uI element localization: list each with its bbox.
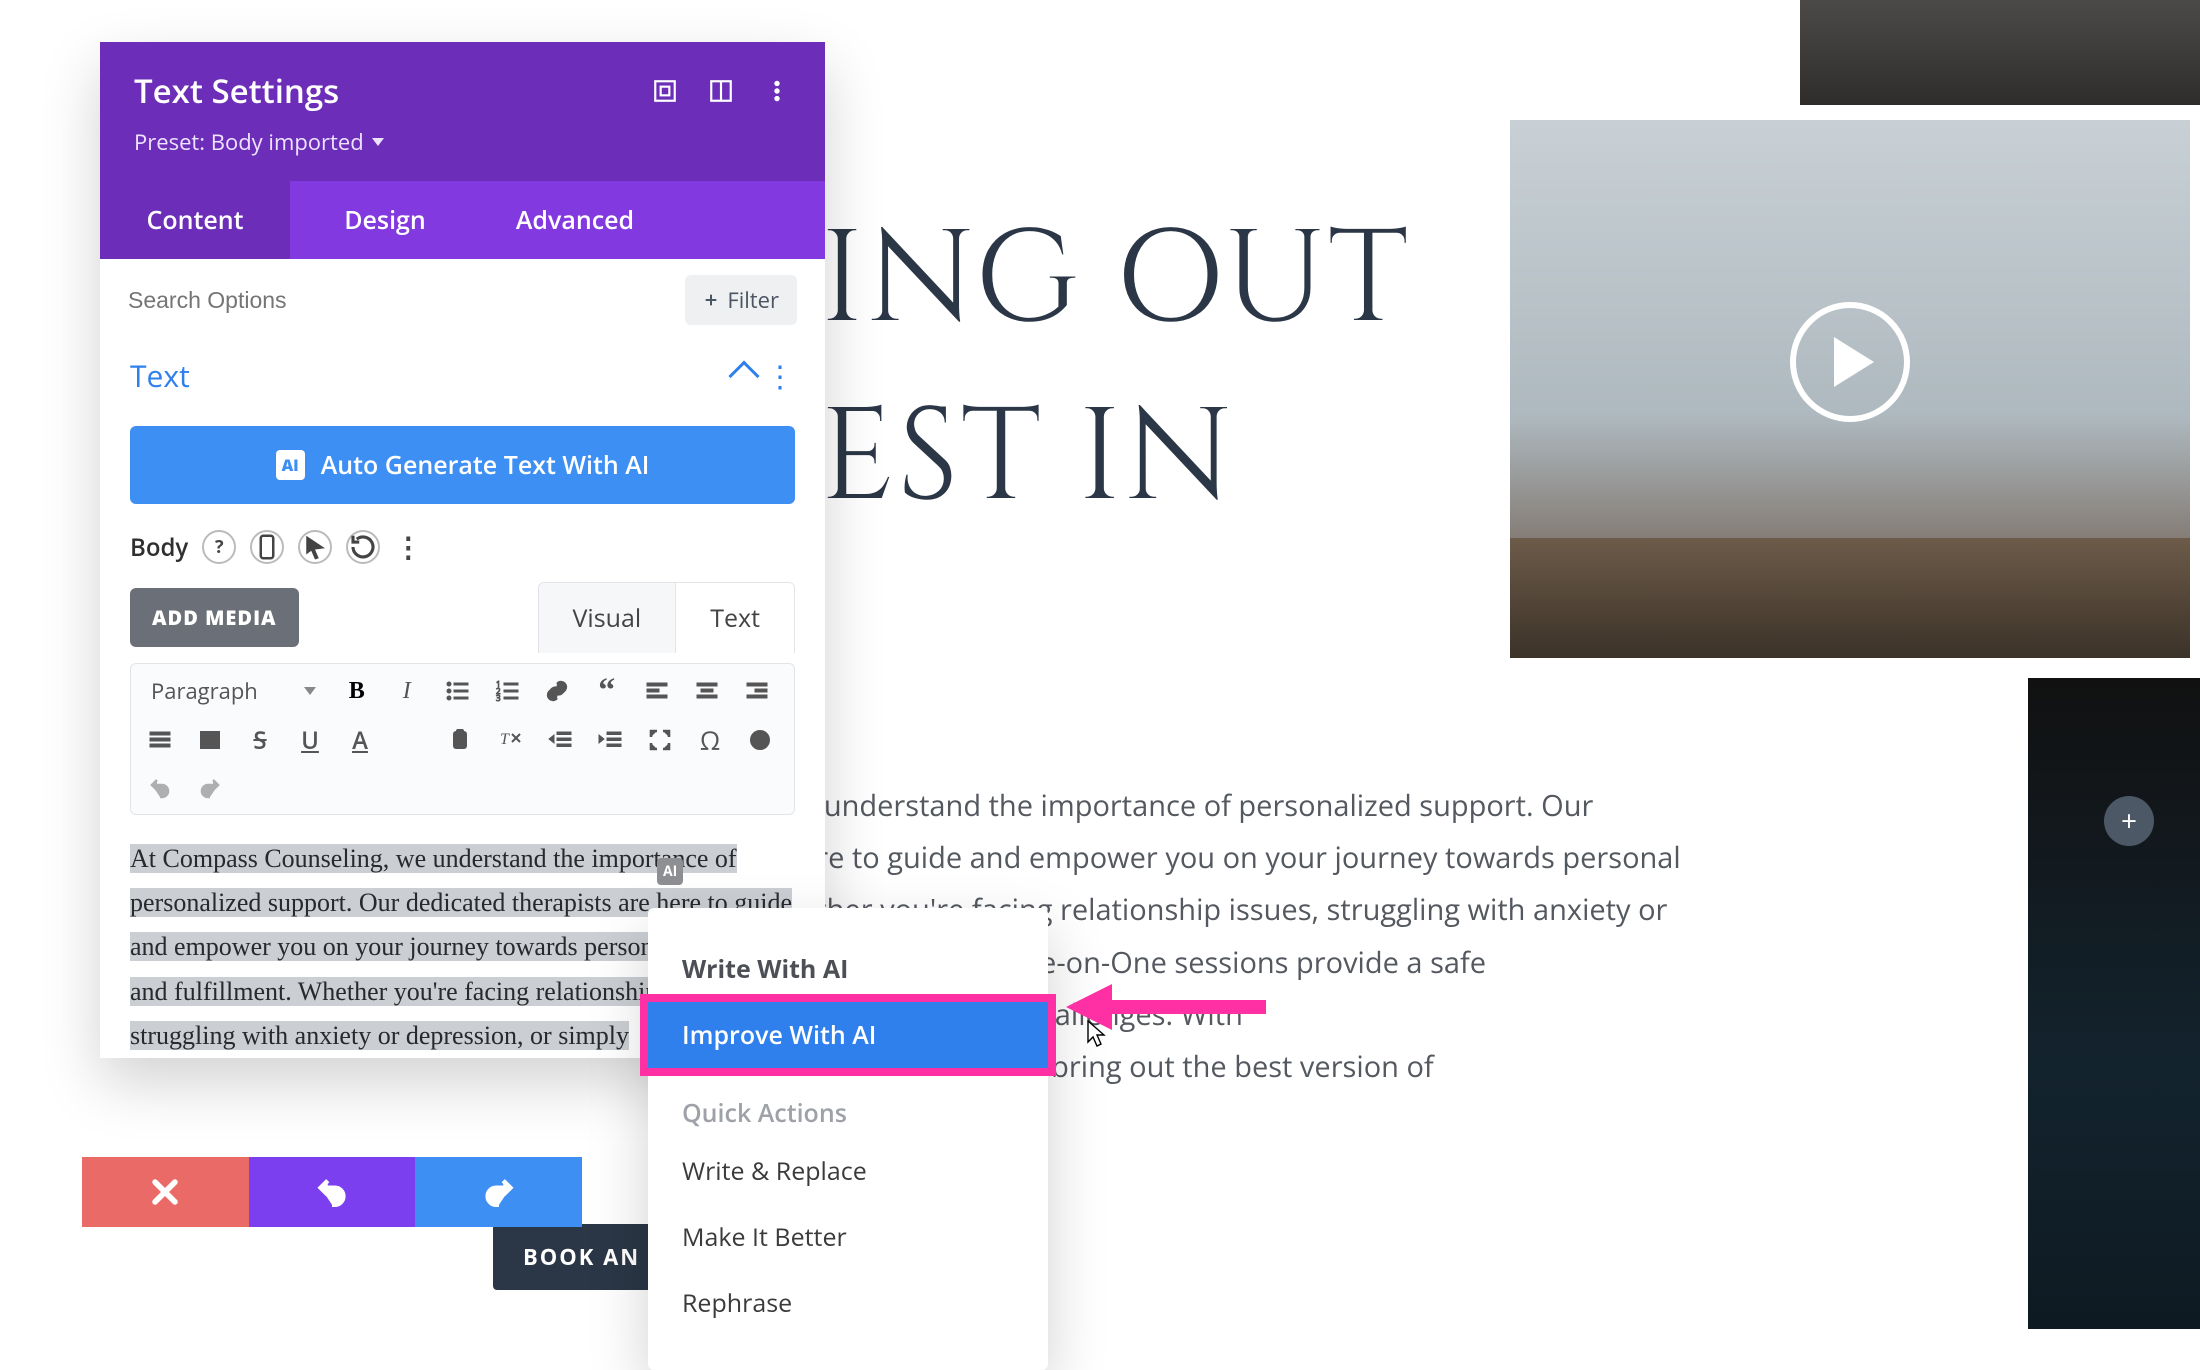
- number-list-icon[interactable]: 123: [492, 677, 522, 705]
- collapse-icon[interactable]: [728, 360, 759, 391]
- align-justify-icon[interactable]: [145, 726, 175, 754]
- format-select-value: Paragraph: [151, 676, 258, 706]
- ctx-rephrase[interactable]: Rephrase: [648, 1270, 1048, 1336]
- bold-icon[interactable]: B: [342, 677, 372, 705]
- preset-label: Preset: Body imported: [134, 127, 364, 157]
- dock-icon[interactable]: [707, 77, 735, 105]
- redo-icon[interactable]: [195, 774, 225, 802]
- decorative-image-bottom: [2028, 678, 2200, 1329]
- undo-icon[interactable]: [145, 774, 175, 802]
- filter-button[interactable]: Filter: [685, 275, 797, 325]
- tab-content[interactable]: Content: [100, 181, 290, 259]
- fullscreen-icon[interactable]: [645, 726, 675, 754]
- hover-icon[interactable]: [298, 530, 332, 564]
- editor-tab-text[interactable]: Text: [675, 583, 794, 653]
- panel-header: Text Settings Preset: Body imported: [100, 42, 825, 181]
- page-heading-line2: EST IN: [820, 372, 1235, 547]
- caret-down-icon: [372, 138, 384, 146]
- ai-chip-icon[interactable]: AI: [657, 858, 683, 885]
- add-section-button[interactable]: +: [2104, 796, 2154, 846]
- clear-format-icon[interactable]: T: [495, 726, 525, 754]
- svg-text:3: 3: [496, 693, 501, 703]
- ai-badge-icon: AI: [276, 450, 305, 480]
- paste-icon[interactable]: [445, 726, 475, 754]
- table-icon[interactable]: [195, 726, 225, 754]
- ctx-make-it-better[interactable]: Make It Better: [648, 1204, 1048, 1270]
- ctx-improve-label: Improve With AI: [682, 1018, 876, 1052]
- ctx-write-replace[interactable]: Write & Replace: [648, 1138, 1048, 1204]
- reset-icon[interactable]: [346, 530, 380, 564]
- underline-icon[interactable]: U: [295, 726, 325, 754]
- close-button[interactable]: [82, 1157, 249, 1227]
- text-settings-panel: Text Settings Preset: Body imported Cont…: [100, 42, 825, 1058]
- panel-action-bar: [82, 1157, 582, 1227]
- tab-advanced[interactable]: Advanced: [480, 181, 670, 259]
- tab-design[interactable]: Design: [290, 181, 480, 259]
- section-menu-icon[interactable]: ⋮: [765, 367, 795, 385]
- ai-button-label: Auto Generate Text With AI: [321, 448, 650, 482]
- panel-title: Text Settings: [134, 68, 339, 113]
- outdent-icon[interactable]: [545, 726, 575, 754]
- play-icon[interactable]: [1790, 302, 1910, 422]
- annotation-arrow: [1066, 984, 1266, 1030]
- text-color-icon[interactable]: A: [345, 726, 375, 754]
- help-icon[interactable]: ?: [202, 530, 236, 564]
- strike-icon[interactable]: S: [245, 726, 275, 754]
- section-title[interactable]: Text: [130, 355, 190, 396]
- editor-tab-visual[interactable]: Visual: [539, 583, 676, 653]
- emoji-icon[interactable]: [745, 726, 775, 754]
- caret-down-icon[interactable]: [395, 726, 425, 754]
- italic-icon[interactable]: I: [392, 677, 422, 705]
- kebab-menu-icon[interactable]: [763, 77, 791, 105]
- format-select[interactable]: Paragraph: [145, 676, 322, 706]
- expand-icon[interactable]: [651, 77, 679, 105]
- link-icon[interactable]: [542, 677, 572, 705]
- search-input[interactable]: [128, 287, 448, 314]
- special-char-icon[interactable]: Ω: [695, 726, 725, 754]
- undo-button[interactable]: [249, 1157, 416, 1227]
- ctx-write-with-ai[interactable]: Write With AI: [648, 936, 1048, 1002]
- panel-tabs: Content Design Advanced: [100, 181, 825, 259]
- bullet-list-icon[interactable]: [442, 677, 472, 705]
- rich-text-toolbar: Paragraph B I 123 “ S U A T Ω: [130, 663, 795, 815]
- ai-context-menu: Write With AI Improve With AI Quick Acti…: [648, 908, 1048, 1370]
- align-right-icon[interactable]: [742, 677, 772, 705]
- body-field-label: Body: [130, 531, 188, 564]
- book-appointment-button[interactable]: BOOK AN: [493, 1224, 670, 1290]
- quote-icon[interactable]: “: [592, 677, 622, 705]
- indent-icon[interactable]: [595, 726, 625, 754]
- preset-dropdown[interactable]: Preset: Body imported: [134, 127, 791, 157]
- add-media-button[interactable]: ADD MEDIA: [130, 588, 299, 647]
- responsive-icon[interactable]: [250, 530, 284, 564]
- auto-generate-ai-button[interactable]: AI Auto Generate Text With AI: [130, 426, 795, 504]
- decorative-image-top: [1800, 0, 2200, 105]
- align-center-icon[interactable]: [692, 677, 722, 705]
- ctx-improve-with-ai[interactable]: Improve With AI: [648, 1002, 1048, 1068]
- field-menu-icon[interactable]: ⋮: [394, 528, 422, 566]
- caret-down-icon: [304, 687, 316, 695]
- page-heading-line1: ING OUT: [820, 214, 1410, 351]
- video-thumbnail[interactable]: [1510, 120, 2190, 658]
- filter-label: Filter: [727, 285, 779, 315]
- ctx-quick-actions-label: Quick Actions: [648, 1068, 1048, 1138]
- align-left-icon[interactable]: [642, 677, 672, 705]
- svg-text:T: T: [500, 731, 510, 748]
- redo-button[interactable]: [415, 1157, 582, 1227]
